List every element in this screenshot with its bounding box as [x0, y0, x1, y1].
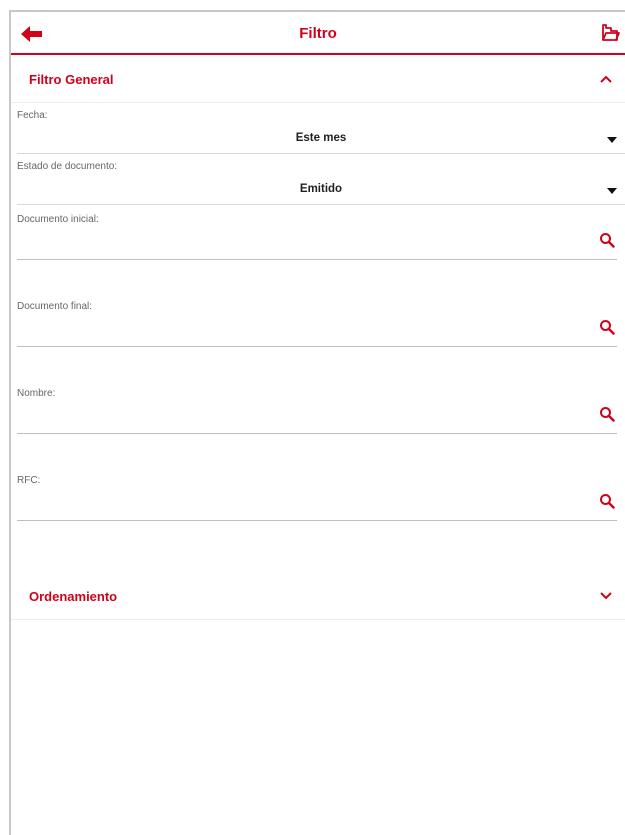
folder-open-icon [602, 24, 620, 41]
app-header: Filtro [11, 12, 625, 55]
rfc-input[interactable] [17, 490, 587, 516]
search-icon[interactable] [599, 493, 615, 509]
open-folder-button[interactable] [600, 23, 620, 43]
page-title: Filtro [299, 25, 337, 42]
rfc-field: RFC: [17, 468, 617, 521]
date-value: Este mes [295, 132, 347, 144]
dropdown-caret-icon [607, 137, 617, 143]
initial-document-label: Documento inicial: [17, 214, 99, 225]
initial-document-field: Documento inicial: [17, 207, 617, 260]
document-status-value: Emitido [299, 183, 343, 195]
name-label: Nombre: [17, 388, 56, 399]
final-document-field: Documento final: [17, 294, 617, 347]
filter-screen: Filtro Filtro General Fecha: Este mes Es… [9, 10, 625, 835]
final-document-label: Documento final: [17, 301, 93, 312]
name-field: Nombre: [17, 381, 617, 434]
initial-document-input[interactable] [17, 229, 587, 255]
date-label: Fecha: [17, 110, 48, 121]
search-icon[interactable] [599, 319, 615, 335]
chevron-up-icon [600, 75, 612, 83]
document-status-label: Estado de documento: [17, 161, 118, 172]
final-document-input[interactable] [17, 316, 587, 342]
general-filter-title: Filtro General [29, 72, 114, 87]
dropdown-caret-icon [607, 188, 617, 194]
chevron-down-icon [600, 592, 612, 600]
general-filter-header[interactable]: Filtro General [11, 55, 625, 103]
sorting-title: Ordenamiento [29, 589, 118, 604]
rfc-label: RFC: [17, 475, 41, 486]
date-select[interactable]: Fecha: Este mes [17, 104, 625, 154]
search-icon[interactable] [599, 406, 615, 422]
sorting-header[interactable]: Ordenamiento [11, 572, 625, 620]
search-icon[interactable] [599, 232, 615, 248]
name-input[interactable] [17, 403, 587, 429]
document-status-select[interactable]: Estado de documento: Emitido [17, 155, 625, 205]
